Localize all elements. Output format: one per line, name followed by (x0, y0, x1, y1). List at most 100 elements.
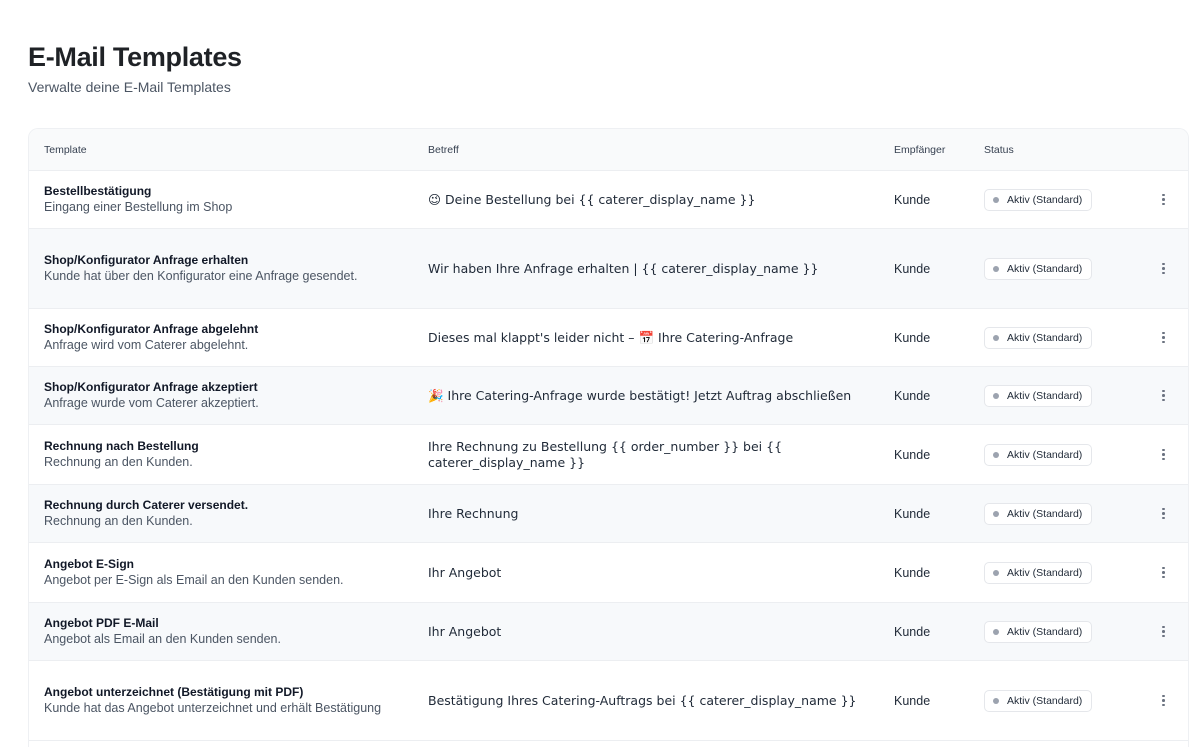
status-cell: Aktiv (Standard) (969, 257, 1139, 280)
template-description: Kunde hat das Angebot unterzeichnet und … (44, 700, 382, 715)
status-badge: Aktiv (Standard) (984, 561, 1093, 584)
template-name[interactable]: Angebot E-Sign (44, 557, 413, 572)
table-row[interactable]: Angebot PDF E-Mail Angebot als Email an d… (29, 603, 1188, 661)
status-label: Aktiv (Standard) (1007, 331, 1083, 344)
template-description: Angebot per E-Sign als Email an den Kund… (44, 572, 344, 587)
table-row[interactable]: Angebot unterzeichnet (Bestätigung mit P… (29, 661, 1188, 741)
table-row[interactable]: Rechnung durch Caterer versendet. Rechnun… (29, 485, 1188, 543)
table-row[interactable]: Angebot E-Sign Angebot per E-Sign als Ema… (29, 543, 1188, 603)
template-name[interactable]: Rechnung durch Caterer versendet. (44, 498, 413, 513)
page-subtitle: Verwalte deine E-Mail Templates (28, 79, 231, 95)
recipient-cell: Kunde (894, 693, 931, 708)
status-badge: Aktiv (Standard) (984, 257, 1093, 280)
template-name[interactable]: Shop/Konfigurator Anfrage erhalten (44, 253, 413, 268)
more-vertical-icon[interactable] (1156, 691, 1172, 711)
recipient-cell: Kunde (894, 330, 931, 345)
column-header-status[interactable]: Status (969, 144, 1139, 156)
subject-cell: Ihr Angebot (428, 623, 502, 639)
status-dot-icon (993, 628, 999, 635)
status-dot-icon (993, 265, 999, 272)
table-header-row: Template Betreff Empfänger Status (29, 129, 1188, 171)
subject-cell: Wir haben Ihre Anfrage erhalten | {{ cat… (428, 260, 819, 276)
subject-cell: Ihre Rechnung zu Bestellung {{ order_num… (428, 438, 783, 470)
status-cell: Aktiv (Standard) (969, 188, 1139, 211)
status-badge: Aktiv (Standard) (984, 326, 1093, 349)
status-cell: Aktiv (Standard) (969, 689, 1139, 712)
email-templates-table: Template Betreff Empfänger Status Bestel… (28, 128, 1189, 747)
table-row[interactable]: Rechnung nach Bestellung Rechnung an den … (29, 425, 1188, 485)
status-label: Aktiv (Standard) (1007, 566, 1083, 579)
more-vertical-icon[interactable] (1156, 190, 1172, 210)
template-name[interactable]: Shop/Konfigurator Anfrage akzeptiert (44, 380, 413, 395)
subject-cell: Ihre Rechnung (428, 505, 519, 521)
table-body: Bestellbestätigung Eingang einer Bestellu… (29, 171, 1188, 741)
template-description: Eingang einer Bestellung im Shop (44, 199, 233, 214)
subject-cell: Dieses mal klappt's leider nicht – 📅 Ihr… (428, 329, 794, 345)
status-label: Aktiv (Standard) (1007, 694, 1083, 707)
template-name[interactable]: Shop/Konfigurator Anfrage abgelehnt (44, 322, 413, 337)
status-label: Aktiv (Standard) (1007, 193, 1083, 206)
actions-cell (1139, 445, 1188, 465)
more-vertical-icon[interactable] (1156, 504, 1172, 524)
actions-cell (1139, 328, 1188, 348)
column-header-template[interactable]: Template (29, 144, 413, 156)
template-description: Anfrage wird vom Caterer abgelehnt. (44, 337, 249, 352)
actions-cell (1139, 563, 1188, 583)
column-header-subject[interactable]: Betreff (413, 144, 879, 156)
subject-cell: Ihr Angebot (428, 564, 502, 580)
template-description: Rechnung an den Kunden. (44, 513, 193, 528)
status-cell: Aktiv (Standard) (969, 384, 1139, 407)
recipient-cell: Kunde (894, 447, 931, 462)
status-badge: Aktiv (Standard) (984, 443, 1093, 466)
status-dot-icon (993, 510, 999, 517)
template-cell: Shop/Konfigurator Anfrage erhalten Kunde … (29, 253, 413, 285)
template-description: Kunde hat über den Konfigurator eine Anf… (44, 268, 358, 283)
status-cell: Aktiv (Standard) (969, 326, 1139, 349)
recipient-cell: Kunde (894, 565, 931, 580)
table-row[interactable]: Bestellbestätigung Eingang einer Bestellu… (29, 171, 1188, 229)
more-vertical-icon[interactable] (1156, 563, 1172, 583)
column-header-recipient[interactable]: Empfänger (879, 144, 969, 156)
table-row[interactable]: Shop/Konfigurator Anfrage akzeptiert Anfr… (29, 367, 1188, 425)
status-dot-icon (993, 196, 999, 203)
template-cell: Shop/Konfigurator Anfrage akzeptiert Anfr… (29, 380, 413, 412)
status-dot-icon (993, 569, 999, 576)
more-vertical-icon[interactable] (1156, 328, 1172, 348)
template-name[interactable]: Bestellbestätigung (44, 184, 413, 199)
status-badge: Aktiv (Standard) (984, 689, 1093, 712)
more-vertical-icon[interactable] (1156, 622, 1172, 642)
template-cell: Bestellbestätigung Eingang einer Bestellu… (29, 184, 413, 216)
table-row[interactable]: Shop/Konfigurator Anfrage erhalten Kunde … (29, 229, 1188, 309)
template-cell: Angebot unterzeichnet (Bestätigung mit P… (29, 685, 413, 717)
status-label: Aktiv (Standard) (1007, 507, 1083, 520)
recipient-cell: Kunde (894, 624, 931, 639)
actions-cell (1139, 386, 1188, 406)
template-cell: Rechnung nach Bestellung Rechnung an den … (29, 439, 413, 471)
template-cell: Shop/Konfigurator Anfrage abgelehnt Anfra… (29, 322, 413, 354)
table-row[interactable]: Shop/Konfigurator Anfrage abgelehnt Anfra… (29, 309, 1188, 367)
status-label: Aktiv (Standard) (1007, 448, 1083, 461)
recipient-cell: Kunde (894, 192, 931, 207)
status-label: Aktiv (Standard) (1007, 625, 1083, 638)
actions-cell (1139, 691, 1188, 711)
page-title: E-Mail Templates (28, 42, 242, 72)
status-badge: Aktiv (Standard) (984, 188, 1093, 211)
actions-cell (1139, 622, 1188, 642)
template-cell: Angebot PDF E-Mail Angebot als Email an d… (29, 616, 413, 648)
more-vertical-icon[interactable] (1156, 386, 1172, 406)
actions-cell (1139, 259, 1188, 279)
template-description: Anfrage wurde vom Caterer akzeptiert. (44, 395, 259, 410)
more-vertical-icon[interactable] (1156, 445, 1172, 465)
template-name[interactable]: Rechnung nach Bestellung (44, 439, 413, 454)
template-name[interactable]: Angebot unterzeichnet (Bestätigung mit P… (44, 685, 413, 700)
recipient-cell: Kunde (894, 261, 931, 276)
status-cell: Aktiv (Standard) (969, 443, 1139, 466)
actions-cell (1139, 504, 1188, 524)
status-dot-icon (993, 392, 999, 399)
status-label: Aktiv (Standard) (1007, 262, 1083, 275)
status-cell: Aktiv (Standard) (969, 620, 1139, 643)
status-cell: Aktiv (Standard) (969, 561, 1139, 584)
template-name[interactable]: Angebot PDF E-Mail (44, 616, 413, 631)
recipient-cell: Kunde (894, 388, 931, 403)
more-vertical-icon[interactable] (1156, 259, 1172, 279)
